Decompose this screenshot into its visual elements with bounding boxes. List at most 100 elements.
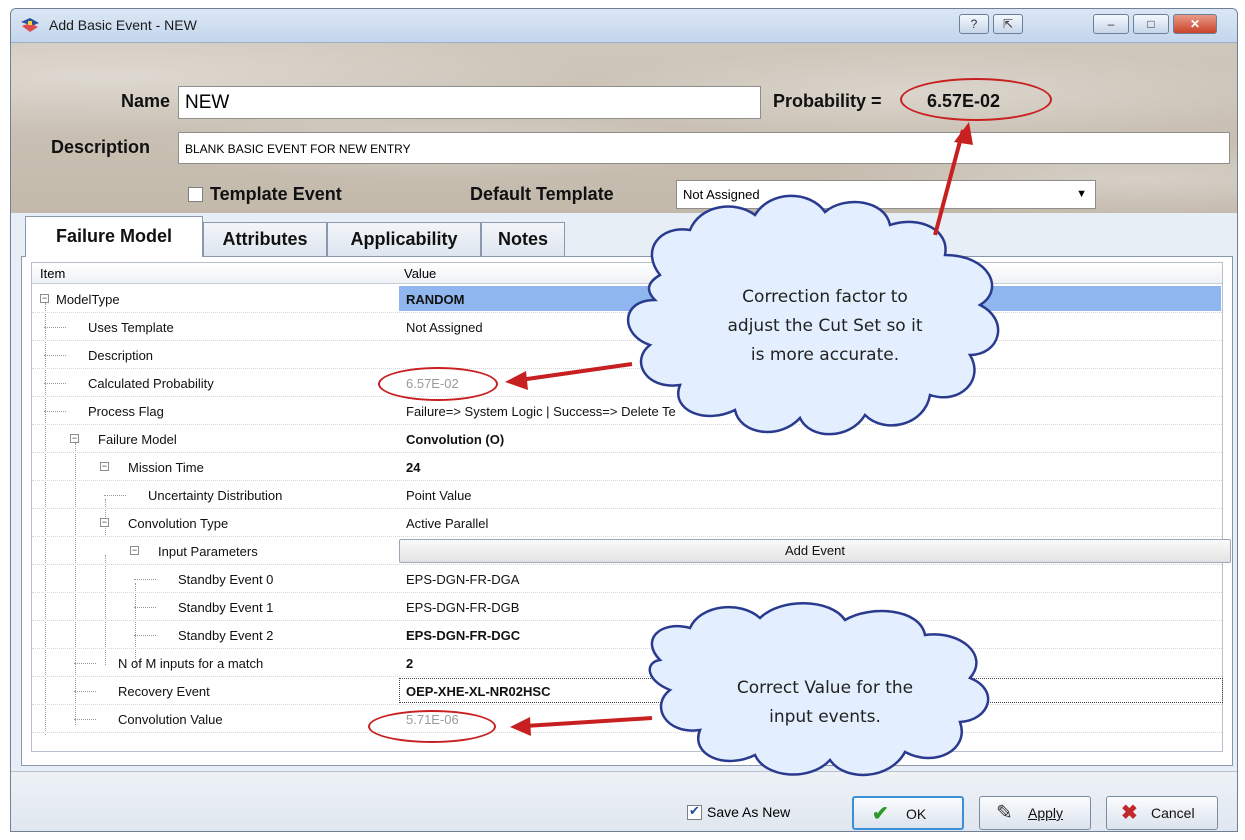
maximize-button[interactable]: □ — [1133, 14, 1169, 34]
callout-bottom-text: Correct Value for the input events. — [736, 678, 914, 727]
grid-item-value: Not Assigned — [406, 320, 483, 335]
cancel-button[interactable]: ✖ Cancel — [1106, 796, 1218, 830]
grid-row-standby-event-0[interactable]: Standby Event 0 EPS-DGN-FR-DGA — [32, 565, 1222, 593]
grid-item-label: Mission Time — [128, 460, 204, 475]
grid-row-description[interactable]: Description — [32, 341, 1222, 369]
grid-item-value: Point Value — [406, 488, 472, 503]
help-button[interactable]: ? — [959, 14, 989, 34]
ok-button[interactable]: ✔ OK — [852, 796, 964, 830]
tree-branch — [134, 635, 156, 636]
convolution-value-highlight-ellipse — [368, 710, 496, 743]
failure-model-panel: Item Value − ModelType RANDOM Uses Template… — [21, 256, 1233, 766]
grid-item-label: Description — [88, 348, 154, 363]
grid-row-convolution-type[interactable]: − Convolution Type Active Parallel — [32, 509, 1222, 537]
collapse-icon[interactable]: − — [100, 462, 109, 471]
grid-item-value: Convolution (O) — [406, 432, 505, 447]
grid-item-label: Calculated Probability — [88, 376, 214, 391]
grid-item-value: EPS-DGN-FR-DGA — [406, 572, 520, 587]
template-event-checkbox[interactable] — [188, 187, 203, 202]
grid-item-label: Convolution Type — [128, 516, 229, 531]
footer-bar: ✔ Save As New ✔ OK ✎ Apply ✖ Cancel — [11, 771, 1237, 831]
minimize-button[interactable]: – — [1093, 14, 1129, 34]
grid-item-label: Standby Event 1 — [178, 600, 274, 615]
description-input[interactable]: BLANK BASIC EVENT FOR NEW ENTRY — [178, 132, 1230, 164]
grid-item-label: Standby Event 0 — [178, 572, 274, 587]
check-icon: ✔ — [689, 803, 700, 818]
tree-branch — [44, 327, 66, 328]
collapse-icon[interactable]: − — [100, 518, 109, 527]
grid-item-value: Active Parallel — [406, 516, 489, 531]
header-area: Name NEW Probability = 6.57E-02 Descript… — [11, 43, 1237, 213]
default-template-select[interactable]: Not Assigned ▼ — [676, 180, 1096, 209]
grid-item-label: Recovery Event — [118, 684, 210, 699]
grid-item-label: Failure Model — [98, 432, 177, 447]
grid-item-label: Standby Event 2 — [178, 628, 274, 643]
cancel-x-icon: ✖ — [1121, 802, 1138, 824]
tree-branch — [104, 495, 126, 496]
grid-row-model-type[interactable]: − ModelType RANDOM — [32, 285, 1222, 313]
pencil-icon: ✎ — [996, 802, 1013, 824]
restore-button[interactable]: ⇱ — [993, 14, 1023, 34]
tree-branch — [134, 579, 156, 580]
title-bar: Add Basic Event - NEW ? ⇱ – □ ✕ — [11, 9, 1237, 43]
grid-row-uncertainty-distribution[interactable]: Uncertainty Distribution Point Value — [32, 481, 1222, 509]
grid-row-failure-model[interactable]: − Failure Model Convolution (O) — [32, 425, 1222, 453]
add-event-button[interactable]: Add Event — [399, 539, 1231, 563]
grid-row-uses-template[interactable]: Uses Template Not Assigned — [32, 313, 1222, 341]
tree-branch — [44, 355, 66, 356]
tab-notes[interactable]: Notes — [481, 222, 565, 256]
tab-attributes[interactable]: Attributes — [203, 222, 327, 256]
add-basic-event-window: Add Basic Event - NEW ? ⇱ – □ ✕ Name NEW… — [10, 8, 1238, 832]
grid-header: Item Value — [32, 263, 1222, 284]
property-grid: Item Value − ModelType RANDOM Uses Template… — [31, 262, 1231, 752]
grid-item-label: Input Parameters — [158, 544, 258, 559]
column-header-item: Item — [40, 266, 66, 281]
grid-item-value: EPS-DGN-FR-DGB — [406, 600, 520, 615]
default-template-label: Default Template — [470, 184, 614, 204]
grid-item-label: Convolution Value — [118, 712, 223, 727]
grid-row-mission-time[interactable]: − Mission Time 24 — [32, 453, 1222, 481]
apply-button[interactable]: ✎ Apply — [979, 796, 1091, 830]
template-event-label: Template Event — [210, 184, 342, 204]
grid-item-value: 2 — [406, 656, 414, 671]
grid-item-label: N of M inputs for a match — [118, 656, 264, 671]
tree-branch — [74, 719, 96, 720]
grid-row-standby-event-2[interactable]: Standby Event 2 EPS-DGN-FR-DGC — [32, 621, 1222, 649]
collapse-icon[interactable]: − — [70, 434, 79, 443]
restore-icon: ⇱ — [1002, 17, 1014, 31]
grid-item-label: Uses Template — [88, 320, 174, 335]
grid-item-value: EPS-DGN-FR-DGC — [406, 628, 521, 643]
maximize-icon: □ — [1147, 17, 1155, 31]
calc-probability-highlight-ellipse — [378, 367, 498, 401]
minimize-icon: – — [1107, 17, 1115, 31]
row-divider — [32, 732, 1222, 733]
grid-row-n-of-m-inputs[interactable]: N of M inputs for a match 2 — [32, 649, 1222, 677]
grid-row-input-parameters[interactable]: − Input Parameters Add Event — [32, 537, 1231, 565]
tab-failure-model[interactable]: Failure Model — [25, 216, 203, 257]
probability-label: Probability = — [773, 91, 882, 111]
tree-branch — [134, 607, 156, 608]
checkmark-icon: ✔ — [872, 803, 889, 825]
name-input[interactable]: NEW — [178, 86, 761, 119]
collapse-icon[interactable]: − — [130, 546, 139, 555]
grid-row-calculated-probability[interactable]: Calculated Probability 6.57E-02 — [32, 369, 1222, 397]
grid-item-value: RANDOM — [406, 292, 465, 307]
callout-top-text: Correction factor to adjust the Cut Set … — [727, 287, 923, 365]
grid-row-convolution-value[interactable]: Convolution Value 5.71E-06 — [32, 705, 1222, 733]
close-button[interactable]: ✕ — [1173, 14, 1217, 34]
grid-row-standby-event-1[interactable]: Standby Event 1 EPS-DGN-FR-DGB — [32, 593, 1222, 621]
chevron-down-icon: ▼ — [1076, 188, 1087, 200]
grid-item-label: Uncertainty Distribution — [148, 488, 283, 503]
grid-row-recovery-event[interactable]: Recovery Event OEP-XHE-XL-NR02HSC — [32, 677, 1223, 705]
grid-row-process-flag[interactable]: Process Flag Failure=> System Logic | Suc… — [32, 397, 1222, 425]
save-as-new-checkbox[interactable]: ✔ — [687, 803, 702, 820]
description-label: Description — [51, 137, 151, 157]
name-label: Name — [121, 91, 171, 111]
save-as-new-label: Save As New — [707, 804, 791, 820]
collapse-icon[interactable]: − — [40, 294, 49, 303]
tab-applicability[interactable]: Applicability — [327, 222, 481, 256]
grid-item-value: Failure=> System Logic | Success=> Delet… — [406, 404, 676, 419]
grid-item-label: ModelType — [56, 292, 120, 307]
window-title: Add Basic Event - NEW — [49, 17, 197, 33]
tree-branch — [44, 411, 66, 412]
